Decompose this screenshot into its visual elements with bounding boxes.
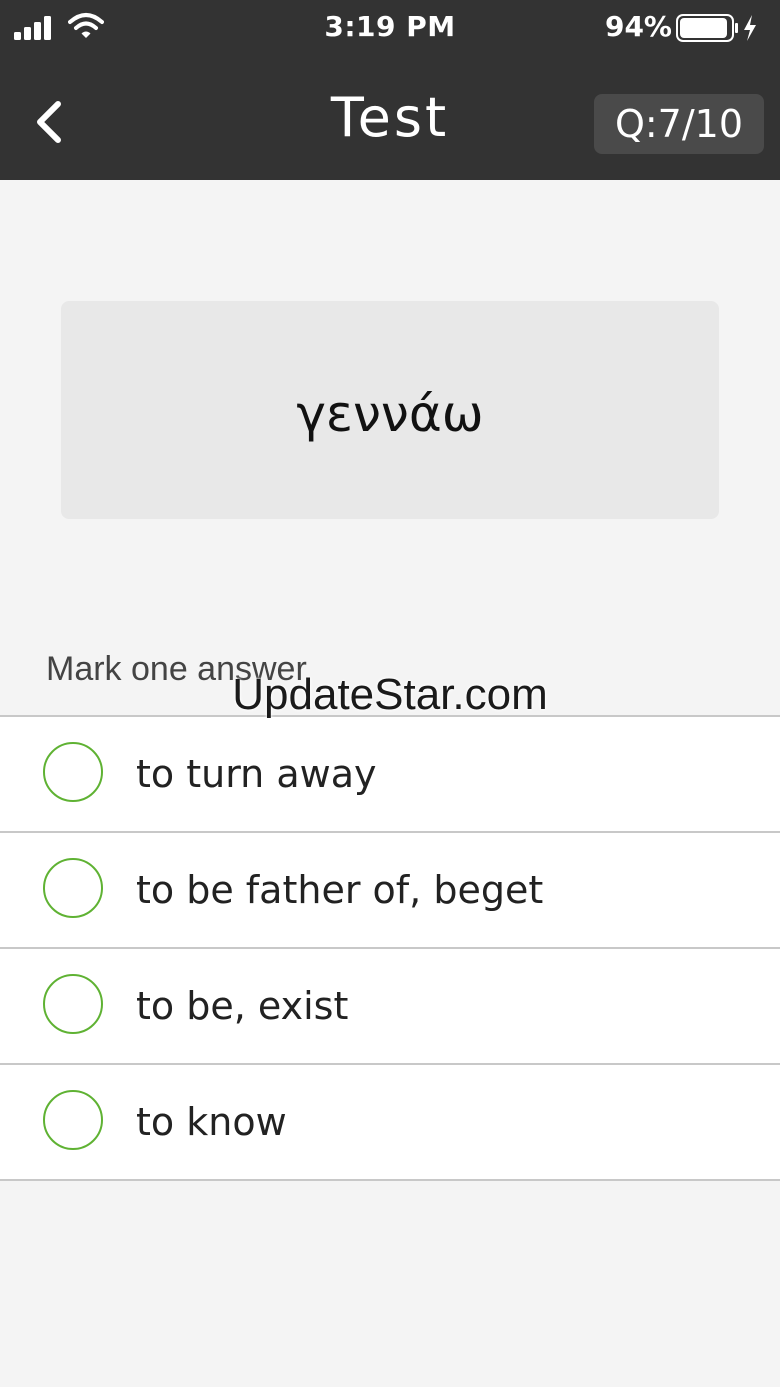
status-bar: 3:19 PM 94% (0, 0, 780, 56)
nav-bar: Test Q:7/10 (0, 56, 780, 180)
answer-option[interactable]: to know (0, 1065, 780, 1181)
radio-circle-icon[interactable] (43, 1090, 103, 1150)
answer-option[interactable]: to turn away (0, 717, 780, 833)
question-counter-badge: Q:7/10 (594, 94, 764, 154)
battery-percent: 94% (604, 10, 672, 43)
answer-prompt: Mark one answer (46, 650, 307, 688)
test-word: γεννάω (296, 385, 484, 443)
answer-option-label: to know (136, 1100, 287, 1144)
top-bar: 3:19 PM 94% Test Q:7/10 (0, 0, 780, 180)
answer-option-label: to be, exist (136, 984, 349, 1028)
answer-option-label: to be father of, beget (136, 868, 544, 912)
battery-icon (676, 14, 756, 42)
answer-options: to turn away to be father of, beget to b… (0, 715, 780, 1181)
radio-circle-icon[interactable] (43, 974, 103, 1034)
answer-option[interactable]: to be father of, beget (0, 833, 780, 949)
charging-icon (744, 15, 756, 41)
word-card: γεννάω (61, 301, 719, 519)
answer-option[interactable]: to be, exist (0, 949, 780, 1065)
answer-option-label: to turn away (136, 752, 377, 796)
radio-circle-icon[interactable] (43, 858, 103, 918)
radio-circle-icon[interactable] (43, 742, 103, 802)
